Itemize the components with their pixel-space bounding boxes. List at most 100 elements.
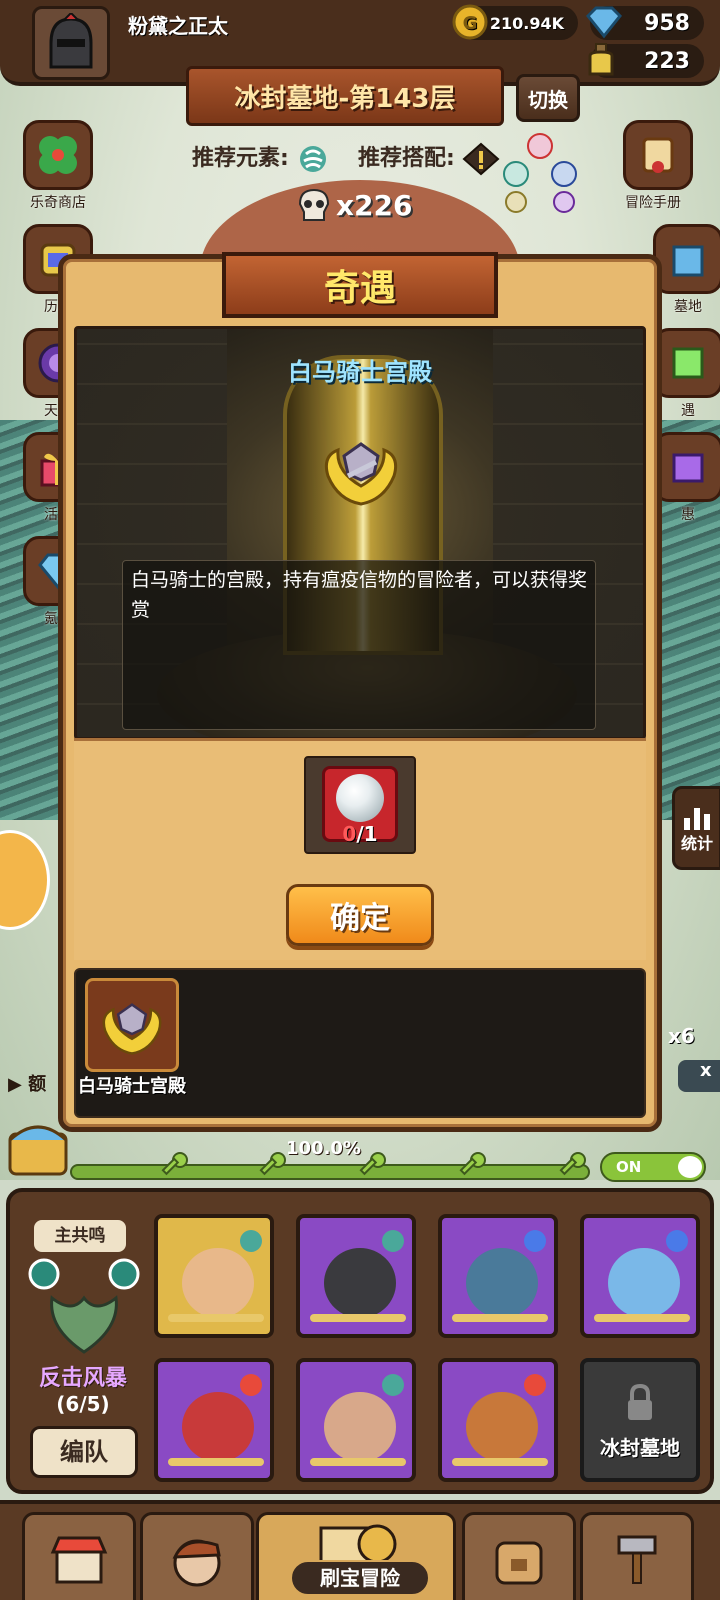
resonance-emblem-icon[interactable] (28, 1258, 140, 1358)
skull-count-value: x226 (336, 188, 413, 222)
side-btn-handbook-box (623, 120, 693, 190)
bar-chart-icon (684, 808, 710, 830)
side-btn-handbook-label: 冒险手册 (625, 195, 681, 211)
recommended-combo: 推荐搭配: (358, 140, 500, 176)
hero-card[interactable] (296, 1358, 416, 1482)
drop-counter-value: x (700, 1060, 712, 1081)
hero-card[interactable] (154, 1214, 274, 1338)
locked-hero-slot[interactable]: 冰封墓地 (580, 1358, 700, 1482)
pearl-icon (336, 774, 384, 822)
extra-tag-label: 额 (28, 1074, 47, 1095)
lock-icon (628, 1384, 652, 1420)
discount-icon (672, 453, 704, 483)
side-btn-shop[interactable]: 乐奇商店 (20, 120, 96, 212)
wind-element-icon (382, 1374, 404, 1396)
hero-card[interactable] (296, 1214, 416, 1338)
confirm-button[interactable]: 确定 (286, 884, 434, 946)
encounter-list-thumb (85, 978, 179, 1072)
gold-coin-icon: G (452, 4, 488, 40)
key-icon (559, 1152, 586, 1176)
nav-tab-heroes[interactable] (140, 1512, 254, 1600)
nav-tab-forge[interactable] (580, 1512, 694, 1600)
stage-progress-bar (70, 1164, 590, 1180)
gem-icon (585, 6, 623, 39)
element-cluster-icon (503, 133, 577, 213)
svg-text:G: G (463, 13, 478, 34)
encounter-list-label: 白马骑士宫殿 (78, 1076, 186, 1097)
hero-hp-bar (310, 1458, 406, 1466)
skull-counter: x226 (296, 188, 413, 222)
key-icon (459, 1152, 486, 1176)
hero-portrait (324, 1248, 396, 1318)
key-icon (161, 1152, 188, 1176)
hero-card[interactable] (154, 1358, 274, 1482)
warning-diamond-icon[interactable] (462, 142, 500, 176)
side-btn-discount-box (653, 432, 720, 502)
hero-hp-bar (168, 1458, 264, 1466)
encounter-list-item[interactable]: 白马骑士宫殿 (76, 978, 188, 1098)
formation-button[interactable]: 编队 (30, 1426, 138, 1478)
helmet-icon (49, 13, 93, 69)
recommended-combo-label: 推荐搭配: (358, 146, 455, 171)
extra-tag[interactable]: ▶ 额 (8, 1070, 46, 1096)
bottle-amount: 223 (644, 48, 690, 74)
key-icon (259, 1152, 286, 1176)
hero-hp-bar (594, 1314, 690, 1322)
gold-amount: 210.94K (489, 13, 564, 33)
combo-count: (6/5) (56, 1392, 110, 1416)
wind-element-icon (240, 1230, 262, 1252)
recommended-element-label: 推荐元素: (192, 146, 289, 171)
bottle-counter[interactable]: 223 (588, 43, 704, 78)
hero-card[interactable] (438, 1214, 558, 1338)
dialog-title: 奇遇 (190, 252, 530, 320)
auto-toggle[interactable]: ON (600, 1152, 706, 1182)
stats-button[interactable]: 统计 (672, 786, 720, 870)
hero-card[interactable] (580, 1214, 700, 1338)
player-avatar[interactable] (32, 6, 110, 80)
gold-counter[interactable]: G 210.94K (452, 4, 578, 40)
toggle-knob (678, 1156, 702, 1178)
nav-tab-shop[interactable] (22, 1512, 136, 1600)
gem-amount: 958 (644, 10, 690, 36)
hero-card[interactable] (438, 1358, 558, 1482)
potion-bottle-icon (588, 43, 614, 76)
scroll-icon (642, 137, 674, 173)
hero-portrait (182, 1248, 254, 1318)
stats-label: 统计 (680, 834, 713, 853)
hero-hp-bar (168, 1314, 264, 1322)
switch-level-button[interactable]: 切换 (516, 74, 580, 122)
water-element-icon (524, 1230, 546, 1252)
nav-tab-bag[interactable] (462, 1512, 576, 1600)
key-icon (359, 1152, 386, 1176)
hero-portrait-icon (172, 1539, 221, 1586)
fire-element-icon (524, 1374, 546, 1396)
player-name: 粉黛之正太 (128, 14, 228, 38)
locked-slot-label: 冰封墓地 (600, 1436, 680, 1460)
backpack-icon (495, 1541, 543, 1584)
hero-hp-bar (310, 1314, 406, 1322)
skull-icon (298, 188, 330, 221)
wind-element-icon (382, 1230, 404, 1252)
clover-shop-icon (39, 136, 77, 174)
knight-emblem-icon (324, 442, 398, 506)
hero-portrait (608, 1248, 680, 1318)
hero-portrait (182, 1392, 254, 1462)
hero-hp-bar (452, 1314, 548, 1322)
event-name: 白马骑士宫殿 (288, 358, 432, 386)
hero-portrait (466, 1392, 538, 1462)
shop-stall-icon (50, 1536, 108, 1583)
multiplier-count: x6 (668, 1024, 695, 1048)
drop-counter: x (678, 1060, 720, 1092)
nav-adventure-label: 刷宝冒险 (290, 1560, 430, 1596)
auto-toggle-label: ON (616, 1158, 642, 1176)
side-btn-handbook[interactable]: 冒险手册 (620, 120, 696, 212)
knight-emblem-icon (102, 1003, 162, 1055)
side-btn-encounter-box (653, 328, 720, 398)
gem-counter[interactable]: 958 (585, 6, 704, 40)
level-title: 冰封墓地-第143层 (186, 66, 504, 126)
wind-element-icon (300, 146, 327, 172)
water-element-icon (666, 1230, 688, 1252)
encounter-icon (672, 347, 704, 379)
leader-resonance-label: 主共鸣 (34, 1220, 126, 1252)
side-btn-shop-box (23, 120, 93, 190)
